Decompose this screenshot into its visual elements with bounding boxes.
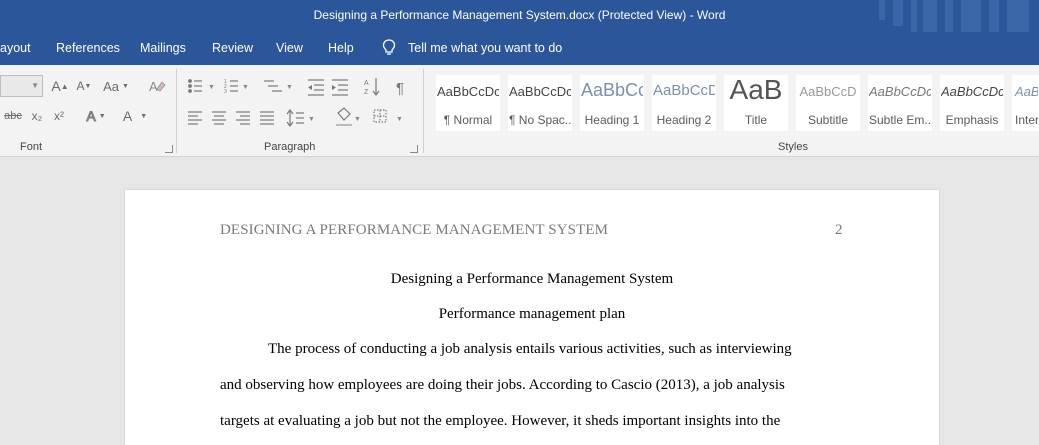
paragraph-dialog-launcher[interactable]	[410, 145, 418, 153]
tab-review[interactable]: Review	[212, 41, 253, 55]
paragraph-controls: ▼ 123 ▼ ▼ AZ ¶ ▼ ▼ ▼	[188, 78, 404, 127]
style-title[interactable]: AaB Title	[724, 75, 788, 131]
multilevel-list-icon	[264, 80, 282, 92]
lightbulb-icon	[382, 39, 396, 55]
style-heading-2[interactable]: AaBbCcD Heading 2	[652, 75, 716, 131]
shading-icon	[336, 107, 352, 126]
numbering-icon: 123	[224, 79, 238, 95]
justify-icon	[260, 111, 274, 125]
style-subtitle[interactable]: AaBbCcD Subtitle	[796, 75, 860, 131]
grow-font-button[interactable]: A ▲	[50, 77, 70, 95]
paragraph-line-3: targets at evaluating a job but not the …	[220, 413, 781, 429]
paragraph-line-2: and observing how employees are doing th…	[220, 377, 785, 393]
page-number: 2	[835, 222, 843, 238]
tell-me-search[interactable]: Tell me what you want to do	[382, 39, 562, 56]
group-separator	[423, 69, 424, 153]
chevron-down-icon: ▼	[31, 81, 39, 90]
increase-indent-icon	[332, 79, 348, 96]
style-no-spacing[interactable]: AaBbCcDc ¶ No Spac...	[508, 75, 572, 131]
svg-text:A: A	[149, 79, 158, 94]
change-case-button[interactable]: Aa ▼	[100, 77, 132, 95]
title-bar: Designing a Performance Management Syste…	[0, 0, 1039, 32]
paragraph-line-1: The process of conducting a job analysis…	[268, 341, 792, 357]
shrink-font-button[interactable]: A ▼	[74, 77, 94, 95]
font-color-button[interactable]: A ▼	[120, 107, 150, 125]
tab-references[interactable]: References	[56, 41, 120, 55]
strikethrough-button[interactable]: abc	[2, 107, 24, 125]
clear-formatting-icon[interactable]: A	[146, 76, 168, 96]
ribbon-tabs: ayout References Mailings Review View He…	[0, 32, 1039, 65]
align-center-icon	[212, 111, 226, 125]
svg-text:▼: ▼	[396, 116, 403, 123]
document-title: Designing a Performance Management Syste…	[390, 271, 674, 287]
sort-icon: AZ	[364, 78, 380, 96]
tab-view[interactable]: View	[276, 41, 303, 55]
subscript-button[interactable]: x₂	[28, 107, 46, 125]
svg-text:Z: Z	[364, 89, 369, 96]
tab-help[interactable]: Help	[328, 41, 354, 55]
svg-text:▼: ▼	[354, 116, 361, 123]
style-heading-1[interactable]: AaBbCc Heading 1	[580, 75, 644, 131]
svg-text:3: 3	[224, 89, 227, 95]
styles-group-label: Styles	[778, 141, 808, 153]
font-size-box[interactable]: ▼	[0, 75, 43, 97]
style-intense-emphasis[interactable]: AaBb Inter	[1012, 75, 1039, 131]
tab-layout[interactable]: ayout	[0, 41, 31, 55]
align-left-icon	[188, 111, 202, 125]
tab-mailings[interactable]: Mailings	[140, 41, 186, 55]
running-header: DESIGNING A PERFORMANCE MANAGEMENT SYSTE…	[220, 222, 609, 238]
borders-icon	[373, 109, 387, 123]
show-formatting-icon: ¶	[396, 80, 404, 97]
style-emphasis[interactable]: AaBbCcDc Emphasis	[940, 75, 1004, 131]
document-page[interactable]: DESIGNING A PERFORMANCE MANAGEMENT SYSTE…	[125, 190, 939, 445]
paragraph-group-label: Paragraph	[264, 141, 316, 153]
font-group-label: Font	[20, 141, 43, 153]
ribbon: ▼ A ▲ A ▼ Aa ▼ A abc x₂ x² A ▼ A ▼ Font ▼ 123…	[0, 65, 1039, 157]
svg-text:▼: ▼	[308, 116, 315, 123]
svg-text:▼: ▼	[208, 84, 215, 91]
bullets-icon	[188, 79, 202, 93]
text-effects-button[interactable]: A ▼	[82, 107, 110, 125]
tell-me-label: Tell me what you want to do	[408, 40, 563, 55]
superscript-button[interactable]: x²	[50, 107, 68, 125]
svg-text:▼: ▼	[286, 84, 293, 91]
decrease-indent-icon	[308, 79, 324, 96]
font-dialog-launcher[interactable]	[165, 145, 173, 153]
style-subtle-emphasis[interactable]: AaBbCcDc Subtle Em...	[868, 75, 932, 131]
svg-text:A: A	[364, 80, 369, 87]
title-bar-decoration	[879, 0, 1029, 32]
section-heading: Performance management plan	[438, 306, 626, 322]
line-spacing-icon	[286, 109, 304, 127]
svg-text:▼: ▼	[242, 84, 249, 91]
style-normal[interactable]: AaBbCcDc ¶ Normal	[436, 75, 500, 131]
group-separator	[176, 69, 177, 153]
align-right-icon	[236, 111, 250, 125]
